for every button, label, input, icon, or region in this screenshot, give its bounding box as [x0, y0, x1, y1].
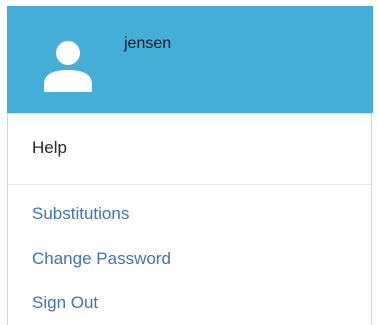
sign-out-link[interactable]: Sign Out — [32, 293, 98, 313]
substitutions-link[interactable]: Substitutions — [32, 204, 129, 224]
user-icon — [44, 41, 92, 92]
user-header: jensen — [7, 6, 373, 113]
help-label: Help — [32, 138, 67, 157]
user-menu-dropdown: jensen Help Substitutions Change Passwor… — [7, 6, 373, 325]
help-item[interactable]: Help — [8, 113, 371, 185]
username: jensen — [124, 35, 172, 52]
change-password-link[interactable]: Change Password — [32, 249, 171, 269]
